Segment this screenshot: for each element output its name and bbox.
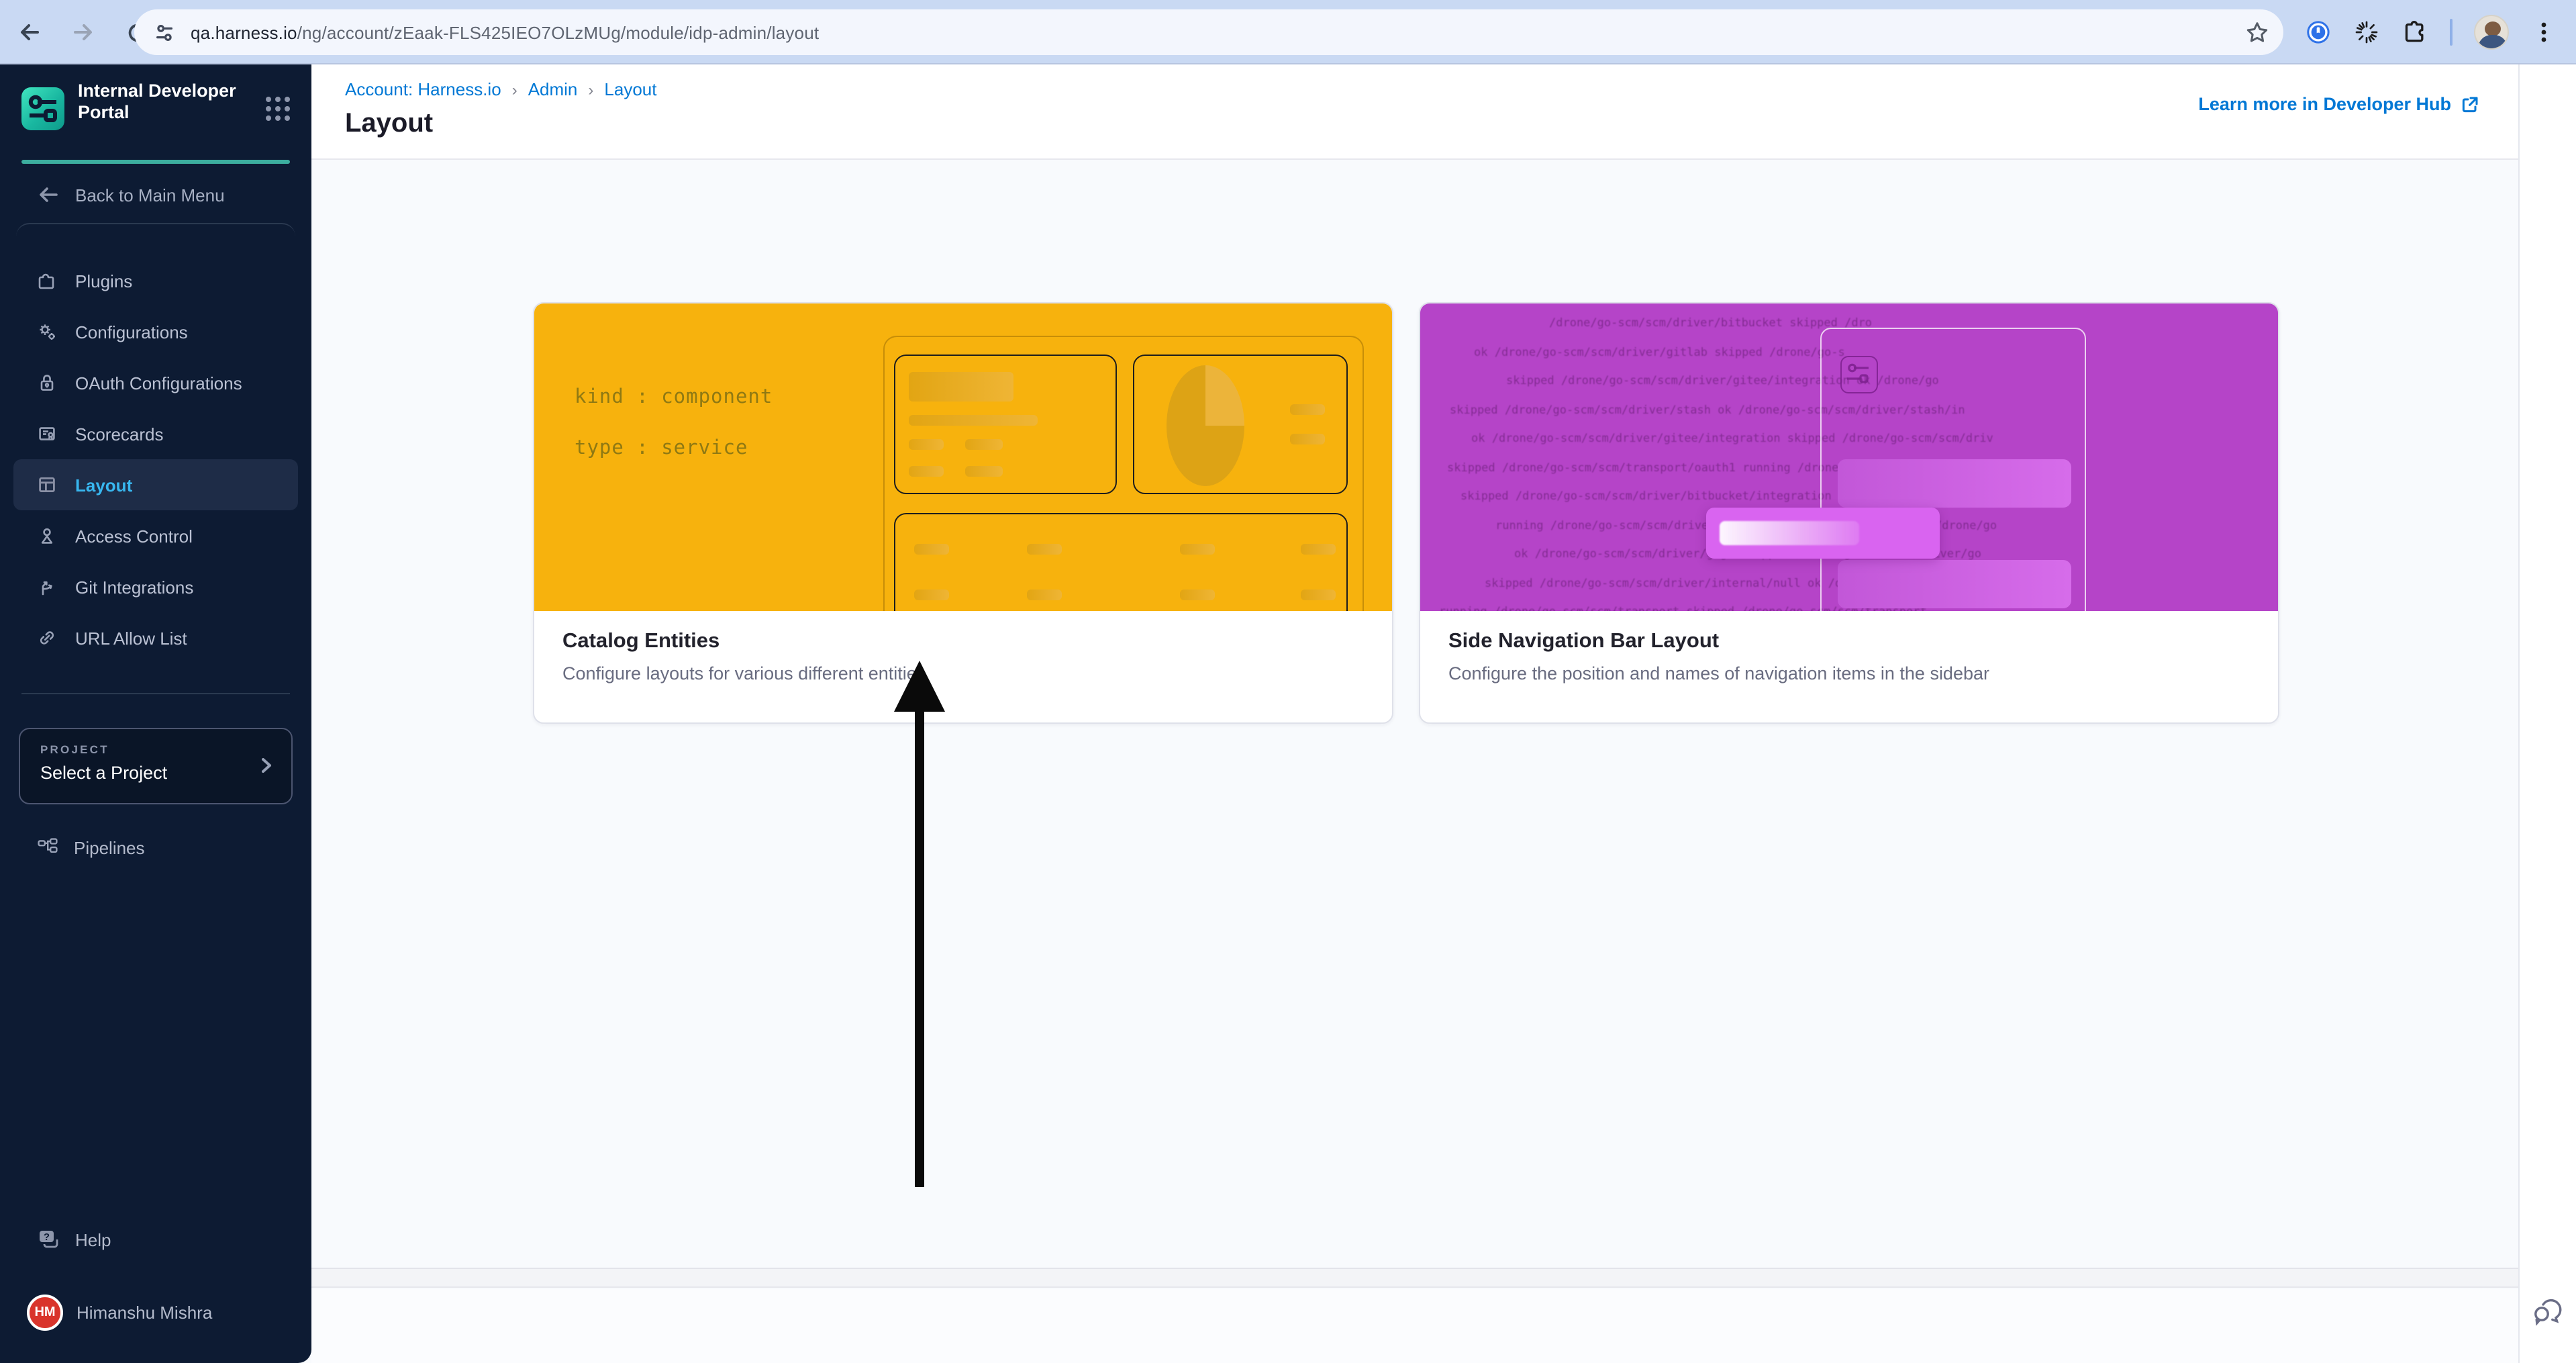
1password-icon[interactable]	[2305, 19, 2332, 46]
sidebar-item-git-integrations[interactable]: Git Integrations	[13, 561, 298, 612]
sidebar-item-scorecards[interactable]: Scorecards	[13, 408, 298, 459]
back-label: Back to Main Menu	[75, 185, 225, 205]
breadcrumb: Account: Harness.io › Admin › Layout	[345, 79, 657, 99]
url-bar[interactable]: qa.harness.io/ng/account/zEaak-FLS425IEO…	[134, 9, 2283, 55]
url-host: qa.harness.io	[191, 22, 297, 42]
sidebar-item-access-control[interactable]: Access Control	[13, 510, 298, 561]
app-shell: Internal Developer Portal Back to Main M…	[0, 64, 2576, 1363]
page-title: Layout	[345, 109, 434, 138]
sidebar-nav: Plugins Configurations OAuth Configurati…	[13, 255, 298, 663]
breadcrumb-separator: ›	[511, 80, 517, 99]
sidebar-item-configurations[interactable]: Configurations	[13, 306, 298, 357]
puzzle-icon	[38, 273, 54, 289]
project-label: PROJECT	[40, 743, 109, 756]
mini-nav-item	[1838, 560, 2071, 608]
card-description: Configure layouts for various different …	[562, 663, 926, 684]
breadcrumb-separator: ›	[588, 80, 594, 99]
right-rail	[2518, 64, 2576, 1363]
breadcrumb-account[interactable]: Account: Harness.io	[345, 79, 501, 99]
sidebar-item-oauth-configurations[interactable]: OAuth Configurations	[13, 357, 298, 408]
wireframe-about-panel	[894, 355, 1117, 494]
link-icon	[40, 631, 54, 645]
pipelines-icon	[36, 836, 59, 859]
forward-arrow-icon[interactable]	[70, 19, 97, 46]
breadcrumb-admin[interactable]: Admin	[528, 79, 578, 99]
main-area: Account: Harness.io › Admin › Layout Lay…	[311, 64, 2576, 1363]
nav-divider	[16, 223, 295, 239]
help-chat-icon: ?	[36, 1227, 60, 1252]
side-nav-illustration: /drone/go-scm/scm/driver/bitbucket skipp…	[1420, 303, 2278, 611]
card-title: Catalog Entities	[562, 630, 720, 653]
wireframe-chart-panel	[1133, 355, 1348, 494]
user-avatar: HM	[27, 1294, 63, 1330]
browser-profile-avatar[interactable]	[2474, 15, 2509, 50]
breadcrumb-layout[interactable]: Layout	[604, 79, 656, 99]
sidebar-item-pipelines[interactable]: Pipelines	[0, 833, 311, 862]
mini-nav-item	[1838, 459, 2071, 508]
external-link-icon	[2461, 95, 2479, 113]
scorecard-icon	[39, 427, 55, 440]
wireframe-table-panel	[894, 513, 1348, 611]
mini-sidebar-frame	[1706, 328, 2086, 611]
url-text[interactable]: qa.harness.io/ng/account/zEaak-FLS425IEO…	[191, 22, 819, 42]
sidebar-item-url-allow-list[interactable]: URL Allow List	[13, 612, 298, 663]
user-name: Himanshu Mishra	[77, 1302, 213, 1322]
side-nav-layout-card[interactable]: /drone/go-scm/scm/driver/bitbucket skipp…	[1419, 302, 2279, 724]
harness-idp-logo[interactable]	[21, 87, 64, 130]
person-icon	[41, 528, 53, 544]
sidebar-item-plugins[interactable]: Plugins	[13, 255, 298, 306]
feedback-chat-icon[interactable]	[2530, 1292, 2567, 1328]
catalog-entities-card[interactable]: kind : component type : service Catalog …	[533, 302, 1393, 724]
pie-chart-shape	[1167, 365, 1244, 486]
branch-icon	[42, 581, 52, 596]
entity-yaml-snippet: kind : component type : service	[575, 387, 773, 459]
browser-toolbar: qa.harness.io/ng/account/zEaak-FLS425IEO…	[0, 0, 2576, 64]
tune-icon[interactable]	[150, 19, 177, 46]
star-icon[interactable]	[2243, 19, 2270, 46]
catalog-entities-illustration: kind : component type : service	[534, 303, 1392, 611]
url-path: /ng/account/zEaak-FLS425IEO7OLzMUg/modul…	[297, 22, 820, 42]
gears-icon	[40, 324, 55, 340]
three-dot-menu-icon[interactable]	[2530, 19, 2557, 46]
app-title: Internal Developer Portal	[78, 81, 236, 122]
mini-nav-item-dragging	[1706, 508, 1940, 559]
extensions-puzzle-icon[interactable]	[2401, 19, 2428, 46]
page-header: Account: Harness.io › Admin › Layout Lay…	[311, 64, 2576, 160]
chevron-right-icon	[254, 753, 278, 778]
footer-area	[311, 1289, 2518, 1363]
spinner-icon[interactable]	[2353, 19, 2380, 46]
back-to-main-menu[interactable]: Back to Main Menu	[0, 180, 311, 209]
app-switcher-grid-icon[interactable]	[266, 97, 290, 121]
layout-icon	[39, 477, 55, 493]
lock-icon	[40, 375, 54, 391]
sidebar-item-help[interactable]: ? Help	[0, 1225, 311, 1254]
toolbar-separator	[2450, 19, 2453, 46]
browser-window: qa.harness.io/ng/account/zEaak-FLS425IEO…	[0, 0, 2576, 1363]
back-arrow-icon[interactable]	[16, 19, 43, 46]
up-arrow-annotation	[886, 658, 953, 1191]
project-selector[interactable]: PROJECT Select a Project	[19, 728, 293, 804]
svg-text:?: ?	[44, 1231, 50, 1243]
sidebar-item-layout[interactable]: Layout	[13, 459, 298, 510]
sidebar: Internal Developer Portal Back to Main M…	[0, 64, 311, 1363]
brand-accent-line	[21, 160, 290, 164]
project-divider	[21, 693, 290, 694]
footer-strip	[311, 1268, 2518, 1288]
content-area: kind : component type : service Catalog …	[311, 160, 2576, 1363]
learn-more-link[interactable]: Learn more in Developer Hub	[2198, 94, 2479, 114]
project-value: Select a Project	[40, 763, 168, 783]
user-menu[interactable]: HM Himanshu Mishra	[0, 1292, 311, 1332]
left-arrow-icon	[36, 183, 60, 207]
card-title: Side Navigation Bar Layout	[1448, 630, 1720, 653]
mini-idp-logo-icon	[1840, 356, 1878, 393]
card-description: Configure the position and names of navi…	[1448, 663, 1989, 684]
